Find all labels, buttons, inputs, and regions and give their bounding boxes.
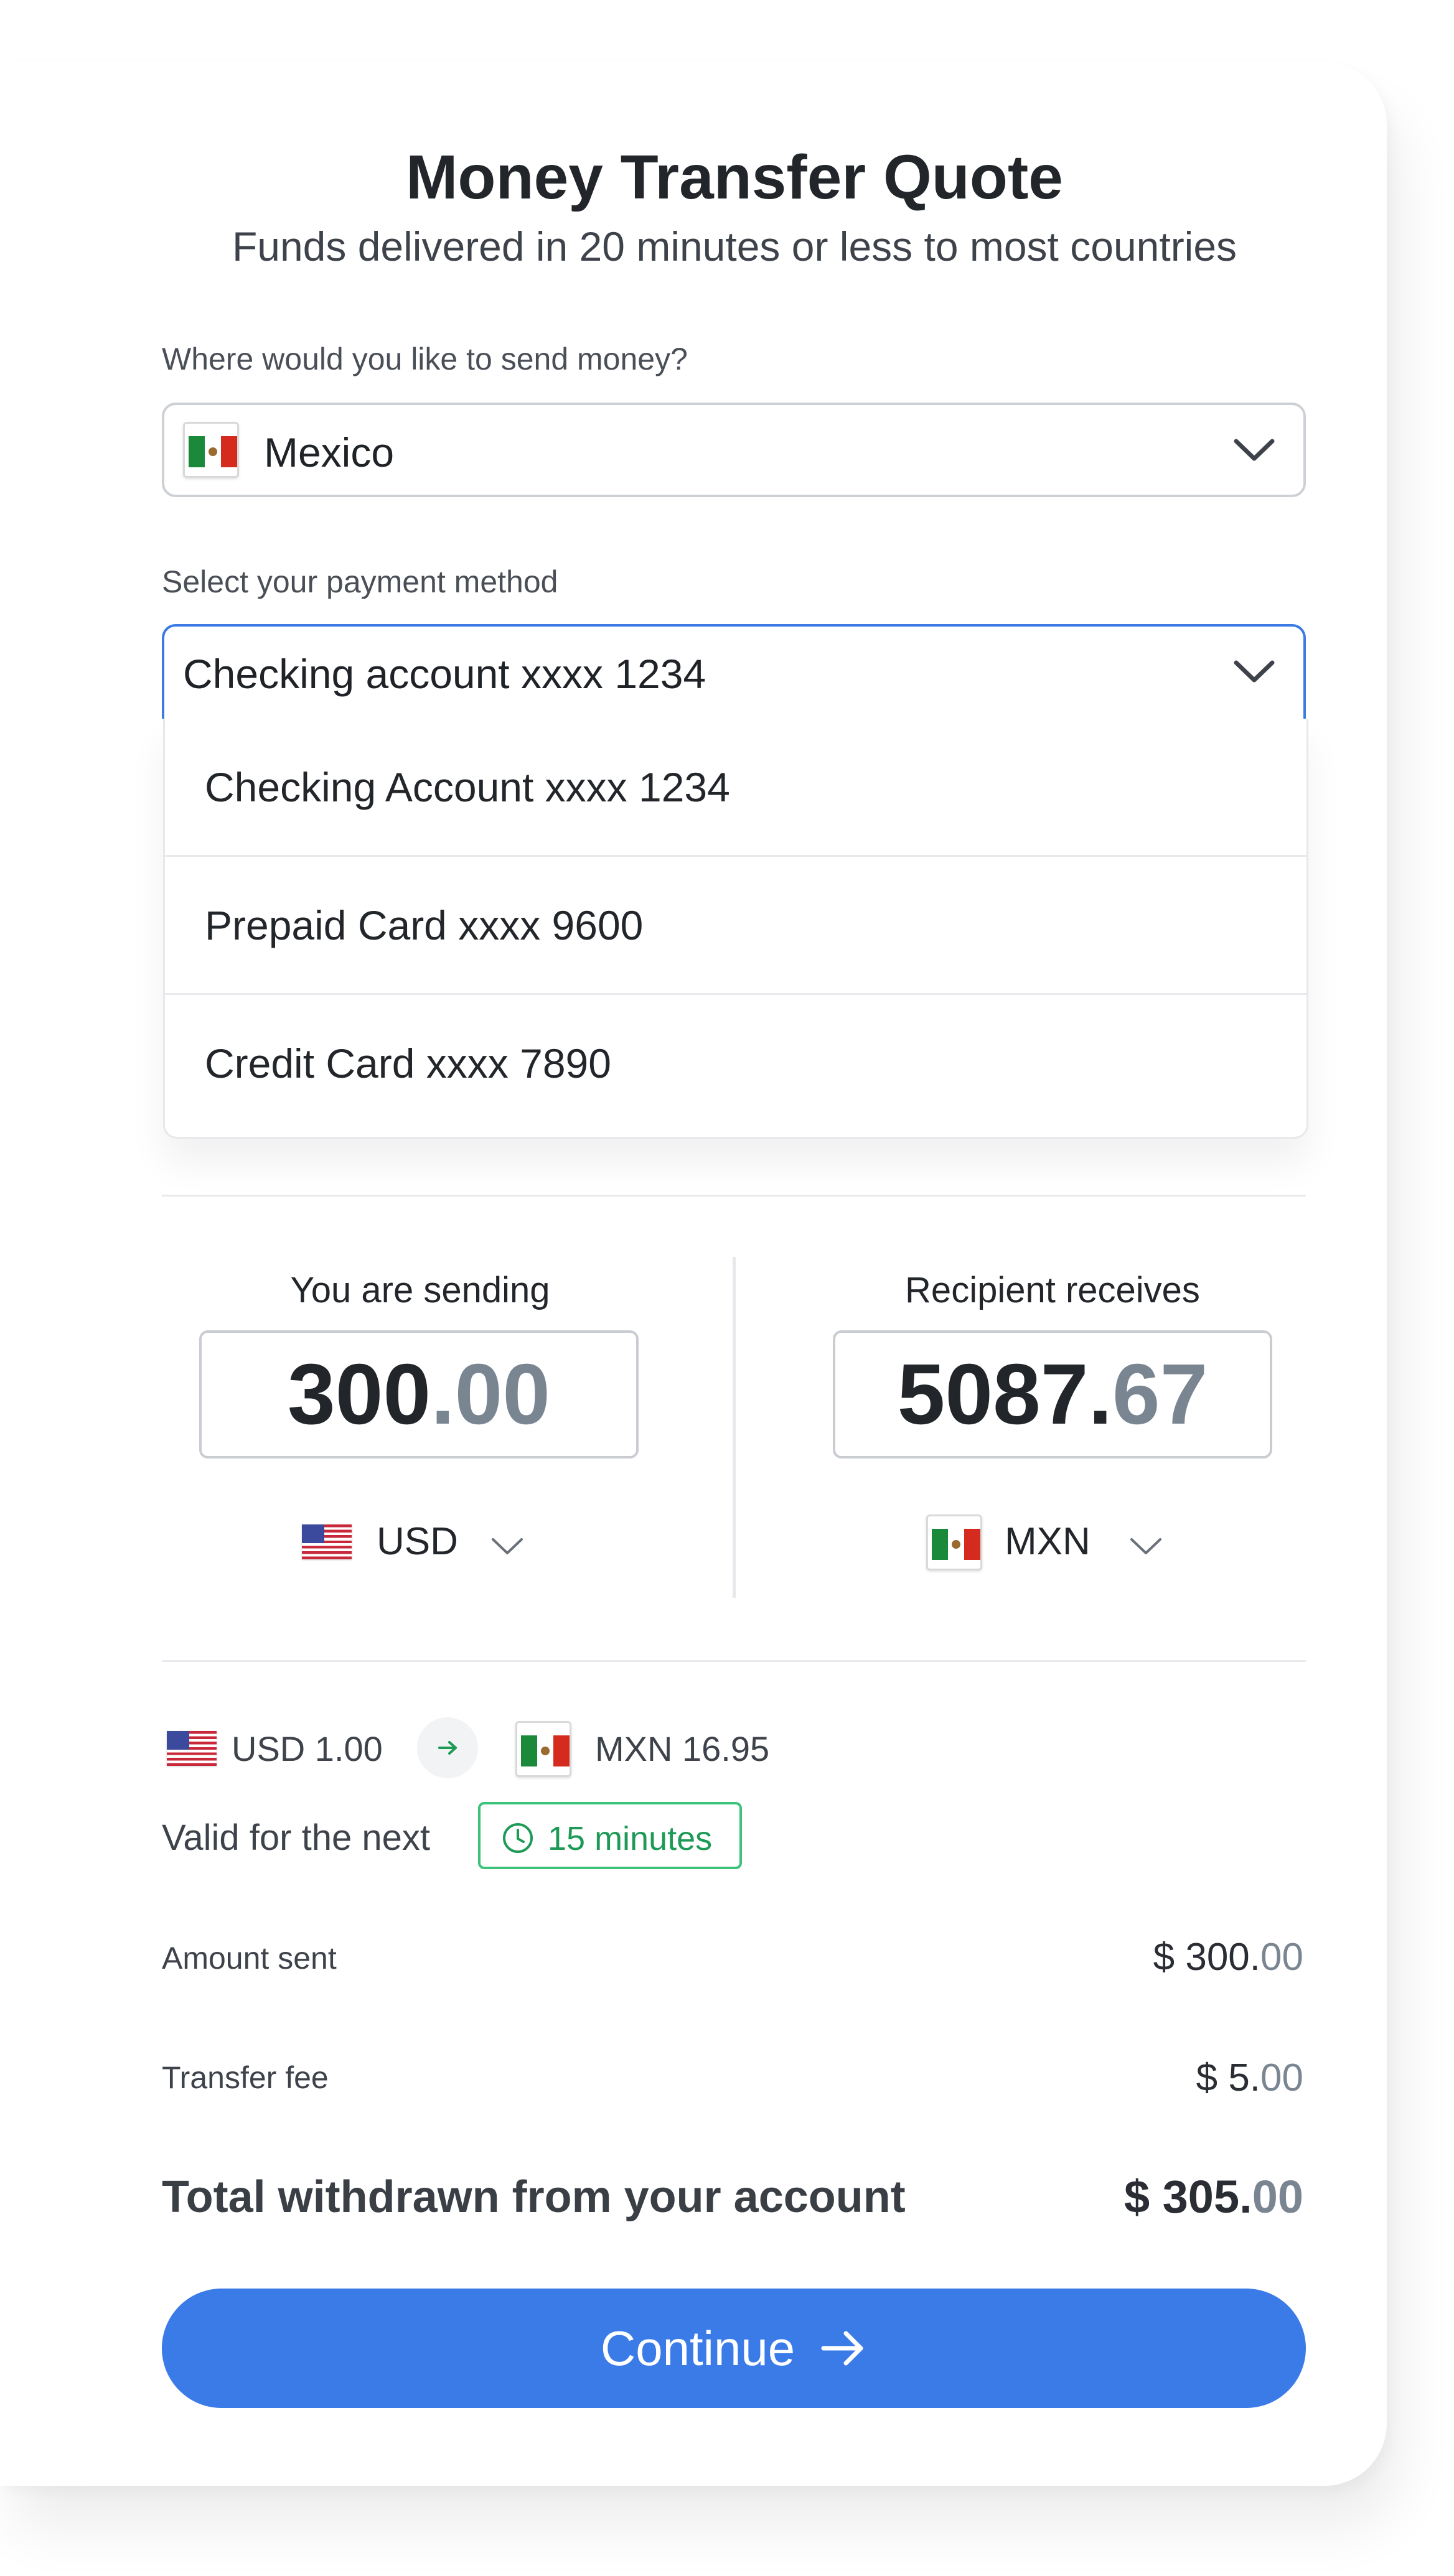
destination-value: Mexico bbox=[264, 429, 395, 475]
total-label: Total withdrawn from your account bbox=[162, 2172, 906, 2222]
payment-option[interactable]: Checking Account xxxx 1234 bbox=[165, 719, 1306, 857]
destination-label: Where would you like to send money? bbox=[162, 342, 688, 376]
divider bbox=[162, 1660, 1306, 1662]
validity-badge: 15 minutes bbox=[478, 1802, 742, 1869]
total-whole: $ 305. bbox=[1123, 2171, 1252, 2223]
destination-select[interactable]: Mexico bbox=[162, 403, 1306, 497]
sending-amount-whole: 300 bbox=[287, 1346, 431, 1442]
page-title: Money Transfer Quote bbox=[406, 142, 1063, 212]
arrow-right-icon bbox=[417, 1717, 478, 1778]
chevron-down-icon[interactable] bbox=[1232, 658, 1276, 685]
total-value: $ 305.00 bbox=[1124, 2170, 1303, 2223]
sending-currency[interactable]: USD bbox=[377, 1519, 458, 1564]
fee-label: Transfer fee bbox=[162, 2060, 329, 2095]
sending-amount-decimal: .00 bbox=[431, 1346, 551, 1442]
chevron-down-icon[interactable] bbox=[490, 1537, 524, 1556]
valid-label: Valid for the next bbox=[162, 1818, 430, 1858]
receiving-currency[interactable]: MXN bbox=[1005, 1519, 1090, 1564]
rate-to: MXN 16.95 bbox=[595, 1729, 770, 1768]
chevron-down-icon[interactable] bbox=[1232, 436, 1276, 464]
payment-value: Checking account xxxx 1234 bbox=[183, 651, 706, 697]
payment-dropdown: Checking Account xxxx 1234 Prepaid Card … bbox=[163, 719, 1308, 1139]
payment-option-label: Prepaid Card xxxx 9600 bbox=[205, 902, 644, 948]
payment-option[interactable]: Prepaid Card xxxx 9600 bbox=[165, 857, 1306, 995]
amount-sent-value: $ 300.00 bbox=[1153, 1935, 1303, 1979]
payment-option-label: Checking Account xxxx 1234 bbox=[205, 764, 730, 810]
payment-label: Select your payment method bbox=[162, 564, 558, 599]
payment-select[interactable]: Checking account xxxx 1234 bbox=[162, 624, 1306, 719]
fee-decimal: 00 bbox=[1260, 2056, 1303, 2099]
total-decimal: 00 bbox=[1252, 2171, 1303, 2223]
payment-option-label: Credit Card xxxx 7890 bbox=[205, 1040, 611, 1086]
payment-option[interactable]: Credit Card xxxx 7890 bbox=[165, 995, 1306, 1133]
continue-label: Continue bbox=[600, 2320, 795, 2376]
chevron-down-icon[interactable] bbox=[1129, 1537, 1163, 1556]
validity-text: 15 minutes bbox=[548, 1820, 713, 1857]
usa-flag-icon bbox=[302, 1524, 352, 1559]
receiving-amount-input[interactable]: 5087.67 bbox=[833, 1330, 1272, 1458]
sending-label: You are sending bbox=[290, 1270, 550, 1310]
page-subtitle: Funds delivered in 20 minutes or less to… bbox=[232, 223, 1237, 269]
fee-value: $ 5.00 bbox=[1196, 2056, 1303, 2100]
divider bbox=[162, 1195, 1306, 1197]
sending-amount-input[interactable]: 300.00 bbox=[199, 1330, 639, 1458]
clock-icon bbox=[503, 1823, 533, 1853]
amount-sent-whole: $ 300. bbox=[1153, 1936, 1261, 1979]
receiving-amount-whole: 5087. bbox=[897, 1346, 1112, 1442]
rate-from: USD 1.00 bbox=[232, 1729, 383, 1768]
receiving-label: Recipient receives bbox=[905, 1270, 1200, 1310]
fee-whole: $ 5. bbox=[1196, 2056, 1261, 2099]
mexico-flag-icon bbox=[183, 422, 239, 478]
mexico-flag-icon bbox=[515, 1721, 571, 1777]
amount-sent-label: Amount sent bbox=[162, 1941, 337, 1976]
arrow-right-icon bbox=[821, 2331, 863, 2366]
amount-sent-decimal: 00 bbox=[1260, 1936, 1303, 1979]
receiving-amount-decimal: 67 bbox=[1112, 1346, 1208, 1442]
continue-button[interactable]: Continue bbox=[162, 2289, 1306, 2408]
column-divider bbox=[733, 1257, 736, 1598]
usa-flag-icon bbox=[167, 1731, 217, 1766]
mexico-flag-icon bbox=[926, 1514, 982, 1570]
